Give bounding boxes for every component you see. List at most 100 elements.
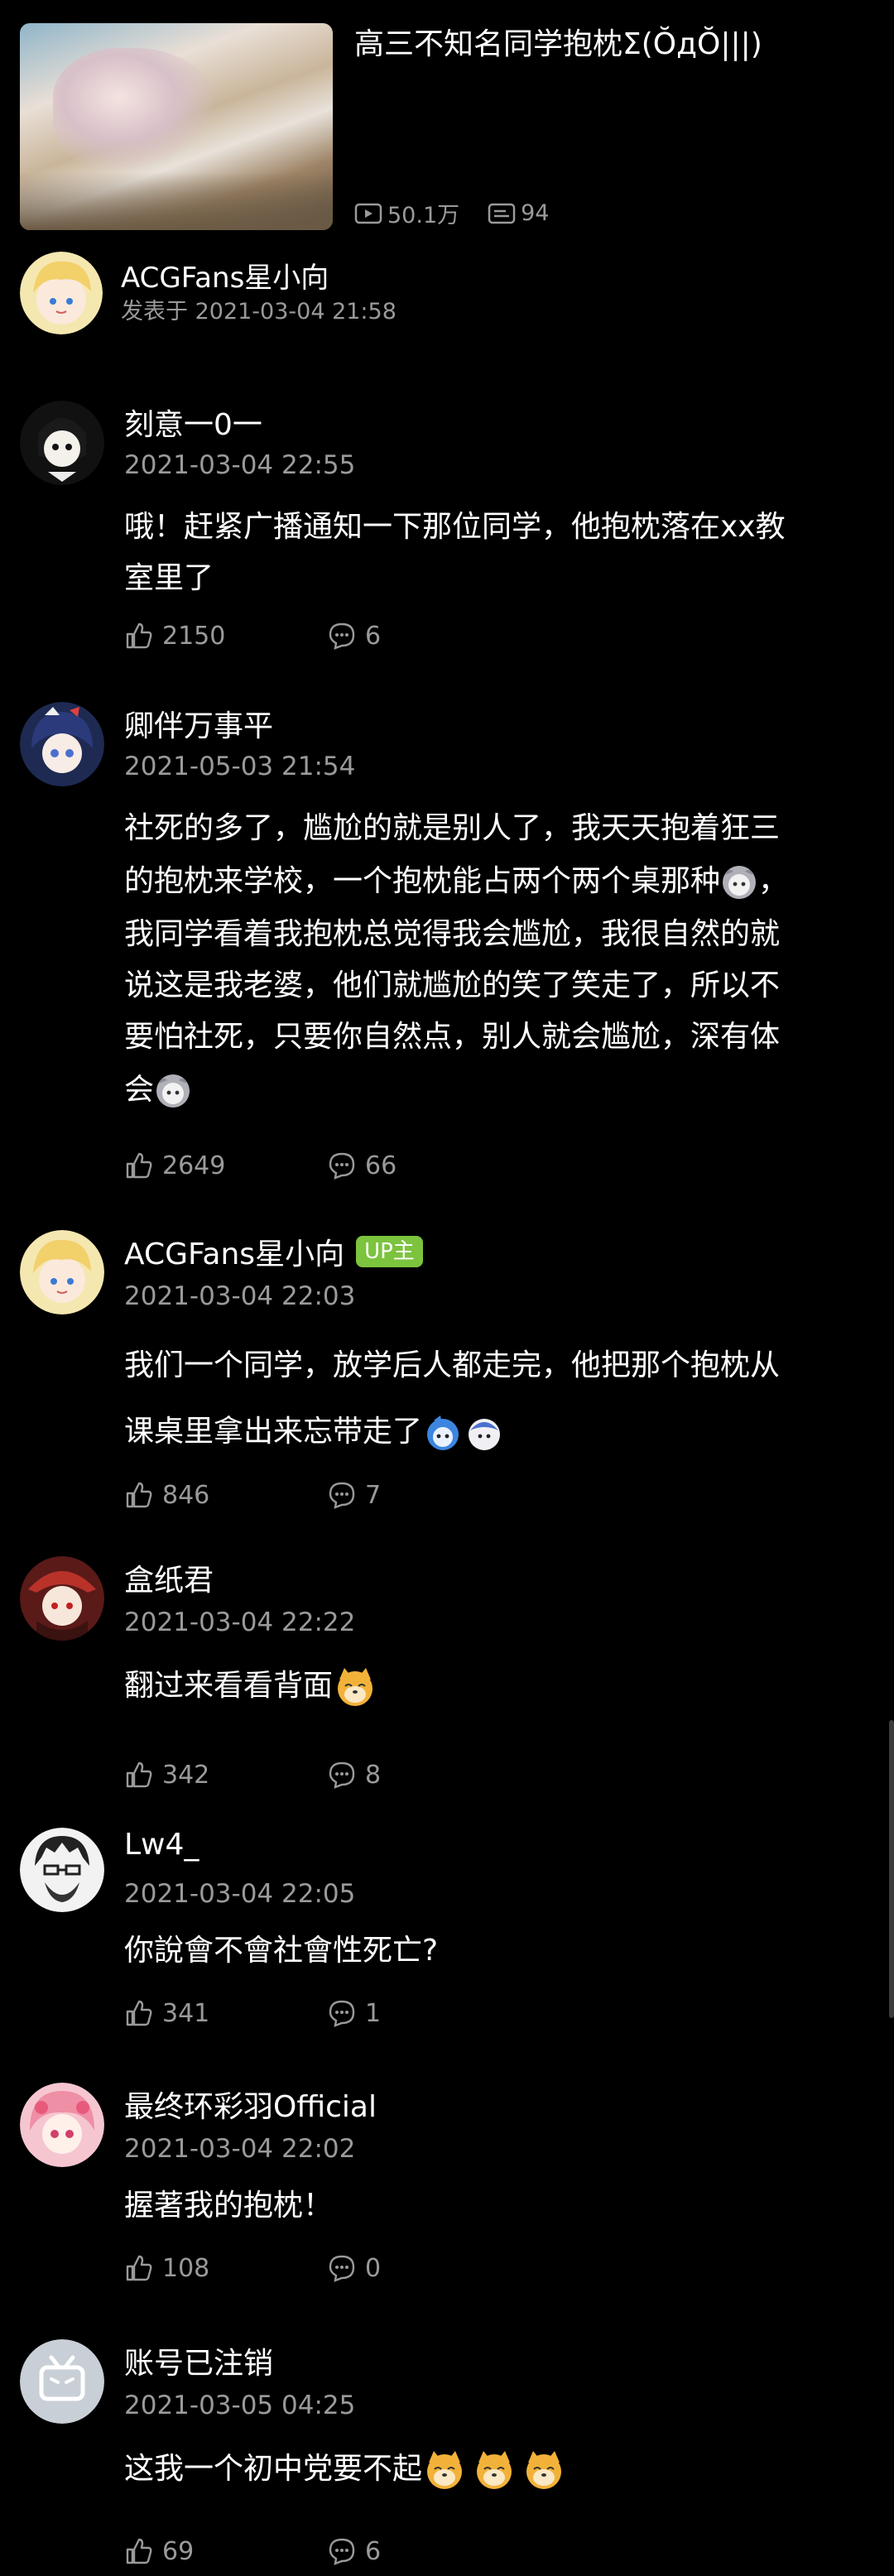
commenter-name[interactable]: ACGFans星小向 UP主 [124, 1230, 423, 1273]
thumbs-up-icon [126, 2255, 152, 2281]
avatar[interactable] [20, 1828, 104, 1912]
avatar[interactable] [20, 702, 104, 786]
video-stats: 50.1万 94 [354, 197, 577, 229]
comment-time: 2021-03-04 22:02 [124, 2134, 356, 2164]
up-badge: UP主 [356, 1236, 423, 1267]
comment-line: 翻过来看看背面 [124, 1659, 869, 1713]
like-button[interactable]: 342 [124, 1760, 327, 1790]
like-button[interactable]: 108 [124, 2253, 327, 2283]
comment-item: 刻意一0一 2021-03-04 22:55 哦！赶紧广播通知一下那位同学，他抱… [0, 401, 894, 674]
comment-actions: 341 1 [124, 1998, 381, 2028]
comment-text: 翻过来看看背面 [124, 1659, 869, 1713]
post-author-name[interactable]: ACGFans星小向 [121, 255, 329, 296]
reply-icon [329, 2538, 355, 2565]
avatar[interactable] [20, 1230, 104, 1314]
reply-button[interactable]: 6 [327, 621, 381, 651]
comment-line: 要怕社死，只要你自然点，别人就会尴尬，深有体 [124, 1020, 781, 1054]
emoji-sticker-icon [156, 1074, 190, 1108]
comment-text: 这我一个初中党要不起 [124, 2442, 869, 2497]
comment-time: 2021-03-04 22:03 [124, 1281, 356, 1311]
comment-item: ACGFans星小向 UP主 2021-03-04 22:03 我们一个同学，放… [0, 1230, 894, 1511]
reply-count: 1 [365, 1998, 382, 2028]
video-card[interactable]: 高三不知名同学抱枕Σ(ŎдŎ|||) 50.1万 94 [20, 20, 881, 233]
emoji-sticker-icon [427, 1415, 459, 1450]
like-count: 2649 [162, 1151, 226, 1180]
comment-line: 我同学看着我抱枕总觉得我会尴尬，我很自然的就 [124, 917, 781, 951]
comment-actions: 846 7 [124, 1480, 381, 1510]
comment-line-text: 的抱枕来学校，一个抱枕能占两个两个桌那种 [124, 864, 721, 898]
reply-icon [329, 1152, 355, 1180]
reply-button[interactable]: 1 [327, 1998, 381, 2028]
like-count: 69 [162, 2536, 195, 2566]
avatar[interactable] [20, 252, 103, 334]
thumbs-up-icon [126, 1761, 152, 1788]
comment-line: 会 [124, 1063, 869, 1117]
commenter-name[interactable]: Lw4_ [124, 1828, 199, 1862]
doge-emoji-icon [526, 2451, 562, 2489]
thumbs-up-icon [126, 2538, 152, 2564]
reply-icon [329, 2000, 355, 2027]
like-count: 342 [162, 1760, 210, 1790]
reply-count: 6 [365, 2536, 382, 2566]
reply-icon [329, 1761, 355, 1789]
comment-text: 我们一个同学，放学后人都走完，他把那个抱枕从 课桌里拿出来忘带走了 [124, 1333, 869, 1465]
reply-icon [329, 2255, 355, 2282]
reply-count: 7 [365, 1480, 382, 1510]
comment-line-text: 这我一个初中党要不起 [124, 2452, 423, 2486]
like-button[interactable]: 846 [124, 1480, 327, 1510]
comment-item: Lw4_ 2021-03-04 22:05 你說會不會社會性死亡? 341 1 [0, 1828, 894, 2043]
comment-text: 握著我的抱枕！ [124, 2180, 869, 2232]
commenter-name[interactable]: 账号已注销 [124, 2339, 273, 2382]
reply-icon [329, 1482, 355, 1509]
comment-time: 2021-03-04 22:55 [124, 450, 356, 480]
video-thumbnail[interactable] [20, 23, 333, 230]
reply-button[interactable]: 66 [327, 1151, 397, 1180]
comment-actions: 69 6 [124, 2536, 381, 2566]
like-count: 2150 [162, 621, 226, 651]
commenter-name[interactable]: 盒纸君 [124, 1556, 214, 1599]
comment-time: 2021-03-04 22:22 [124, 1608, 356, 1637]
reply-button[interactable]: 7 [327, 1480, 381, 1510]
reply-count: 6 [365, 621, 382, 651]
scrollbar[interactable] [889, 1720, 894, 2018]
commenter-name[interactable]: 最终环彩羽Official [124, 2083, 377, 2126]
reply-count: 66 [365, 1151, 397, 1180]
commenter-name[interactable]: 刻意一0一 [124, 401, 262, 444]
video-title[interactable]: 高三不知名同学抱枕Σ(ŎдŎ|||) [354, 26, 762, 63]
comment-time: 2021-03-04 22:05 [124, 1879, 356, 1909]
comment-line: 课桌里拿出来忘带走了 [124, 1399, 869, 1465]
like-button[interactable]: 341 [124, 1998, 327, 2028]
comment-line: 哦！赶紧广播通知一下那位同学，他抱枕落在xx教 [124, 510, 786, 544]
comment-item: 最终环彩羽Official 2021-03-04 22:02 握著我的抱枕！ 1… [0, 2083, 894, 2298]
comment-line: 说这是我老婆，他们就尴尬的笑了笑走了，所以不 [124, 968, 781, 1002]
avatar[interactable] [20, 1556, 104, 1641]
like-button[interactable]: 2649 [124, 1151, 327, 1180]
emoji-sticker-icon [469, 1419, 501, 1450]
reply-button[interactable]: 0 [327, 2253, 381, 2283]
tv-avatar-icon [20, 2339, 104, 2424]
comment-line: 握著我的抱枕！ [124, 2189, 334, 2223]
avatar[interactable] [20, 401, 104, 485]
comments-stat: 94 [488, 200, 549, 226]
comment-item: 账号已注销 2021-03-05 04:25 这我一个初中党要不起 69 6 [0, 2339, 894, 2571]
reply-button[interactable]: 8 [327, 1760, 381, 1790]
like-button[interactable]: 2150 [124, 621, 327, 651]
comment-time: 2021-05-03 21:54 [124, 752, 356, 781]
comment-text: 哦！赶紧广播通知一下那位同学，他抱枕落在xx教 室里了 [124, 502, 869, 604]
comment-text: 你說會不會社會性死亡? [124, 1925, 869, 1977]
reply-button[interactable]: 6 [327, 2536, 381, 2566]
comment-line: 社死的多了，尴尬的就是别人了，我天天抱着狂三 [124, 811, 781, 845]
avatar[interactable] [20, 2083, 104, 2167]
like-button[interactable]: 69 [124, 2536, 327, 2566]
like-count: 846 [162, 1480, 210, 1510]
reply-count: 0 [365, 2253, 382, 2283]
reply-count: 8 [365, 1760, 382, 1790]
comment-line: 这我一个初中党要不起 [124, 2442, 869, 2497]
danmaku-icon [488, 203, 516, 223]
comment-line: 我们一个同学，放学后人都走完，他把那个抱枕从 [124, 1348, 781, 1382]
thumbs-up-icon [126, 622, 152, 649]
avatar[interactable] [20, 2339, 104, 2424]
thumbs-up-icon [126, 1482, 152, 1508]
commenter-name[interactable]: 卿伴万事平 [124, 702, 273, 745]
post-author: ACGFans星小向 发表于 2021-03-04 21:58 [20, 248, 881, 339]
